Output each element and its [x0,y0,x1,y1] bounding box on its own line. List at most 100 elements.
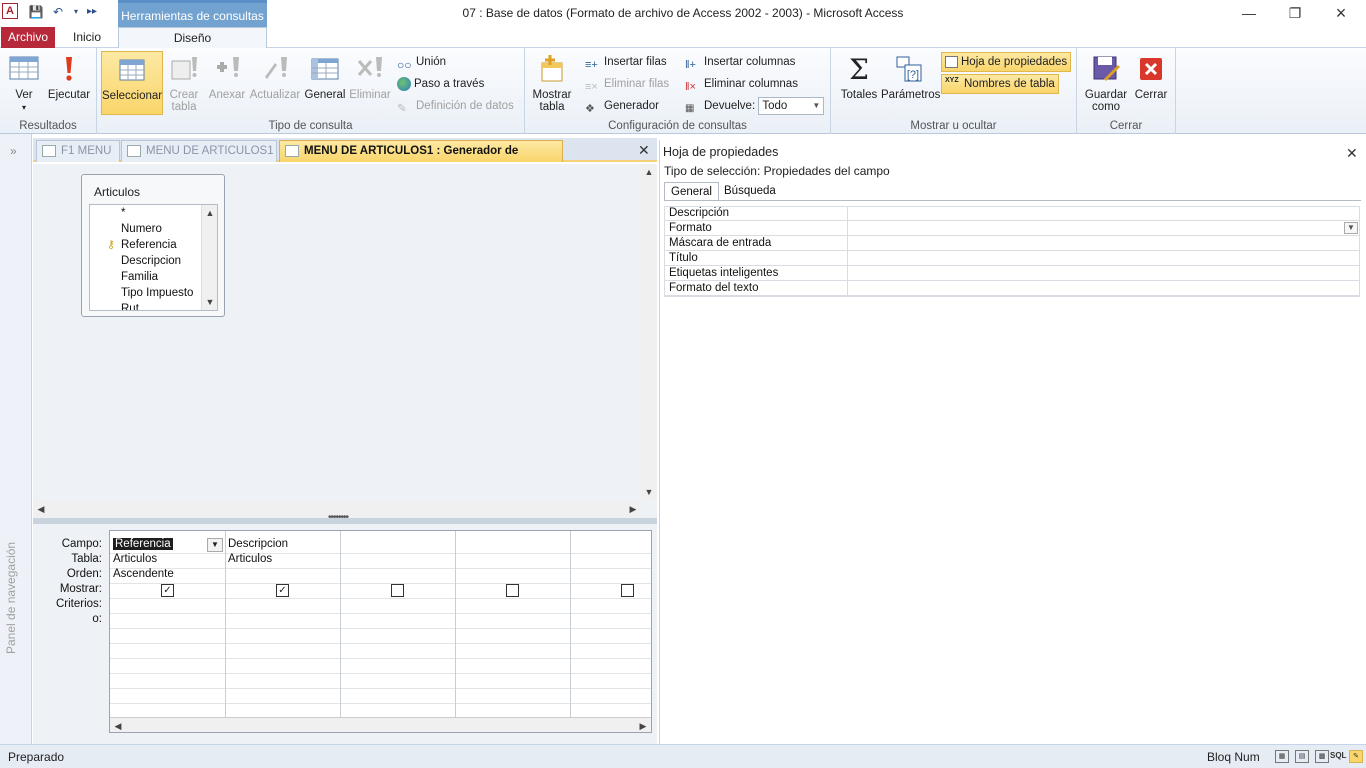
tab-archivo[interactable]: Archivo [1,27,55,48]
doc-tab-query-builder[interactable]: MENU DE ARTICULOS1 : Generador de consul… [279,140,563,177]
scroll-left-icon[interactable]: ◀ [110,718,126,732]
eliminar-button[interactable]: Eliminar [347,51,393,115]
property-row[interactable]: Etiquetas inteligentes [664,266,1360,281]
navigation-pane[interactable]: » Panel de navegación [0,134,32,744]
ver-button[interactable]: Ver ▾ [4,51,44,115]
navigation-pane-label: Panel de navegación [4,541,18,654]
show-checkbox[interactable]: ✓ [161,584,174,597]
field-item[interactable]: Tipo Impuesto [121,287,193,299]
field-list-articulos[interactable]: Articulos * Numero ⚷ Referencia Descripc… [81,174,225,317]
property-row[interactable]: Descripción [664,206,1360,221]
actualizar-button[interactable]: Actualizar [249,51,301,115]
pivot-chart-icon[interactable]: ▩ [1315,750,1329,763]
pivot-view-icon[interactable]: ▤ [1295,750,1309,763]
grid-col-line [455,531,456,717]
property-row[interactable]: Título [664,251,1360,266]
union-button[interactable]: ○○ Unión [397,52,446,72]
grid-horizontal-scrollbar[interactable]: ◀ ▶ [110,717,651,732]
property-row[interactable]: Máscara de entrada [664,236,1360,251]
nombres-tabla-button[interactable]: XYZ Nombres de tabla [941,74,1059,94]
grid-cell-campo[interactable]: Referencia [113,538,173,550]
guardar-como-button[interactable]: Guardar como [1083,51,1129,115]
primary-key-icon: ⚷ [107,239,116,251]
grid-cell-tabla[interactable]: Articulos [228,553,272,565]
make-table-icon [171,57,197,80]
run-icon [66,57,72,81]
field-item[interactable]: Rut [121,303,139,310]
scroll-right-icon[interactable]: ▶ [635,718,651,732]
scroll-left-icon[interactable]: ◀ [33,501,49,517]
insertar-filas-button[interactable]: ≡+ Insertar filas [585,52,667,72]
sql-view-icon[interactable]: SQL [1330,750,1346,763]
chevron-down-icon[interactable]: ▼ [207,538,223,552]
property-value[interactable] [847,206,1360,221]
chevron-down-icon[interactable]: ▼ [1344,222,1358,234]
cerrar-button[interactable]: Cerrar [1129,51,1173,115]
paso-a-traves-label: Paso a través [414,78,485,90]
row-label-criterios: Criterios: [55,598,102,610]
grid-cell-campo[interactable]: Descripcion [228,538,288,550]
definicion-datos-button[interactable]: ✎ Definición de datos [397,96,514,116]
restore-button[interactable]: ❐ [1272,0,1318,27]
field-item[interactable]: Familia [121,271,158,283]
minimize-button[interactable]: — [1226,0,1272,27]
close-window-button[interactable]: × [1318,0,1364,27]
close-icon[interactable]: ✕ [1346,145,1358,162]
show-checkbox[interactable] [506,584,519,597]
eliminar-columnas-button[interactable]: ‖× Eliminar columnas [685,74,798,94]
field-list-scrollbar[interactable]: ▲ ▼ [201,205,217,310]
show-checkbox[interactable] [621,584,634,597]
grid-cell-orden[interactable]: Ascendente [113,568,174,580]
property-row[interactable]: Formato del texto [664,281,1360,296]
property-row[interactable]: Formato ▼ [664,221,1360,236]
crear-tabla-button[interactable]: Crear tabla [165,51,203,115]
scroll-down-icon[interactable]: ▼ [641,484,657,500]
tab-busqueda[interactable]: Búsqueda [718,182,782,201]
hoja-propiedades-button[interactable]: Hoja de propiedades [941,52,1072,72]
tab-general[interactable]: General [664,182,719,201]
scroll-up-icon[interactable]: ▲ [202,205,217,221]
paso-a-traves-button[interactable]: Paso a través [397,74,484,94]
row-label-campo: Campo: [61,538,102,550]
design-view-icon[interactable]: ✎ [1349,750,1363,763]
totales-button[interactable]: Σ Totales [835,51,883,115]
insertar-columnas-button[interactable]: ‖+ Insertar columnas [685,52,795,72]
parametros-button[interactable]: [?] Parámetros [881,51,940,115]
general-button[interactable]: General [303,51,347,115]
eliminar-filas-button[interactable]: ≡× Eliminar filas [585,74,669,94]
mostrar-tabla-button[interactable]: Mostrar tabla [529,51,575,115]
seleccionar-button[interactable]: Seleccionar [101,51,163,115]
generador-button[interactable]: ❖ Generador [585,96,659,116]
expand-nav-icon[interactable]: » [10,144,17,158]
ejecutar-button[interactable]: Ejecutar [46,51,92,115]
property-value[interactable] [847,251,1360,266]
query-icon [285,145,299,157]
field-item[interactable]: * [121,207,125,219]
property-tab-divider [664,200,1361,201]
devuelve-combo[interactable]: Todo ▼ [758,96,825,115]
doc-tab-menu-articulos[interactable]: MENU DE ARTICULOS1 [121,140,277,162]
show-checkbox[interactable]: ✓ [276,584,289,597]
upper-vertical-scrollbar[interactable]: ▲ ▼ [641,164,657,500]
grid-cell-tabla[interactable]: Articulos [113,553,157,565]
tab-diseno[interactable]: Diseño [118,27,267,49]
property-value[interactable] [847,266,1360,281]
field-item[interactable]: Referencia [121,239,177,251]
eliminar-filas-label: Eliminar filas [604,78,670,90]
field-item[interactable]: Numero [121,223,162,235]
query-design-grid[interactable]: Referencia ▼ Articulos Ascendente ✓ Desc… [109,530,652,733]
doc-tab-f1-menu[interactable]: F1 MENU [36,140,120,162]
close-document-icon[interactable]: ✕ [638,142,650,159]
scroll-down-icon[interactable]: ▼ [202,294,217,310]
show-checkbox[interactable] [391,584,404,597]
datasheet-view-icon[interactable]: ▦ [1275,750,1289,763]
property-value[interactable] [847,281,1360,296]
field-item[interactable]: Descripcion [121,255,181,267]
scroll-up-icon[interactable]: ▲ [641,164,657,180]
tab-inicio[interactable]: Inicio [60,27,114,48]
scroll-right-icon[interactable]: ▶ [625,501,641,517]
anexar-button[interactable]: Anexar [205,51,249,115]
property-value[interactable]: ▼ [847,221,1360,236]
property-value[interactable] [847,236,1360,251]
group-cerrar: Guardar como Cerrar Cerrar [1077,48,1176,134]
